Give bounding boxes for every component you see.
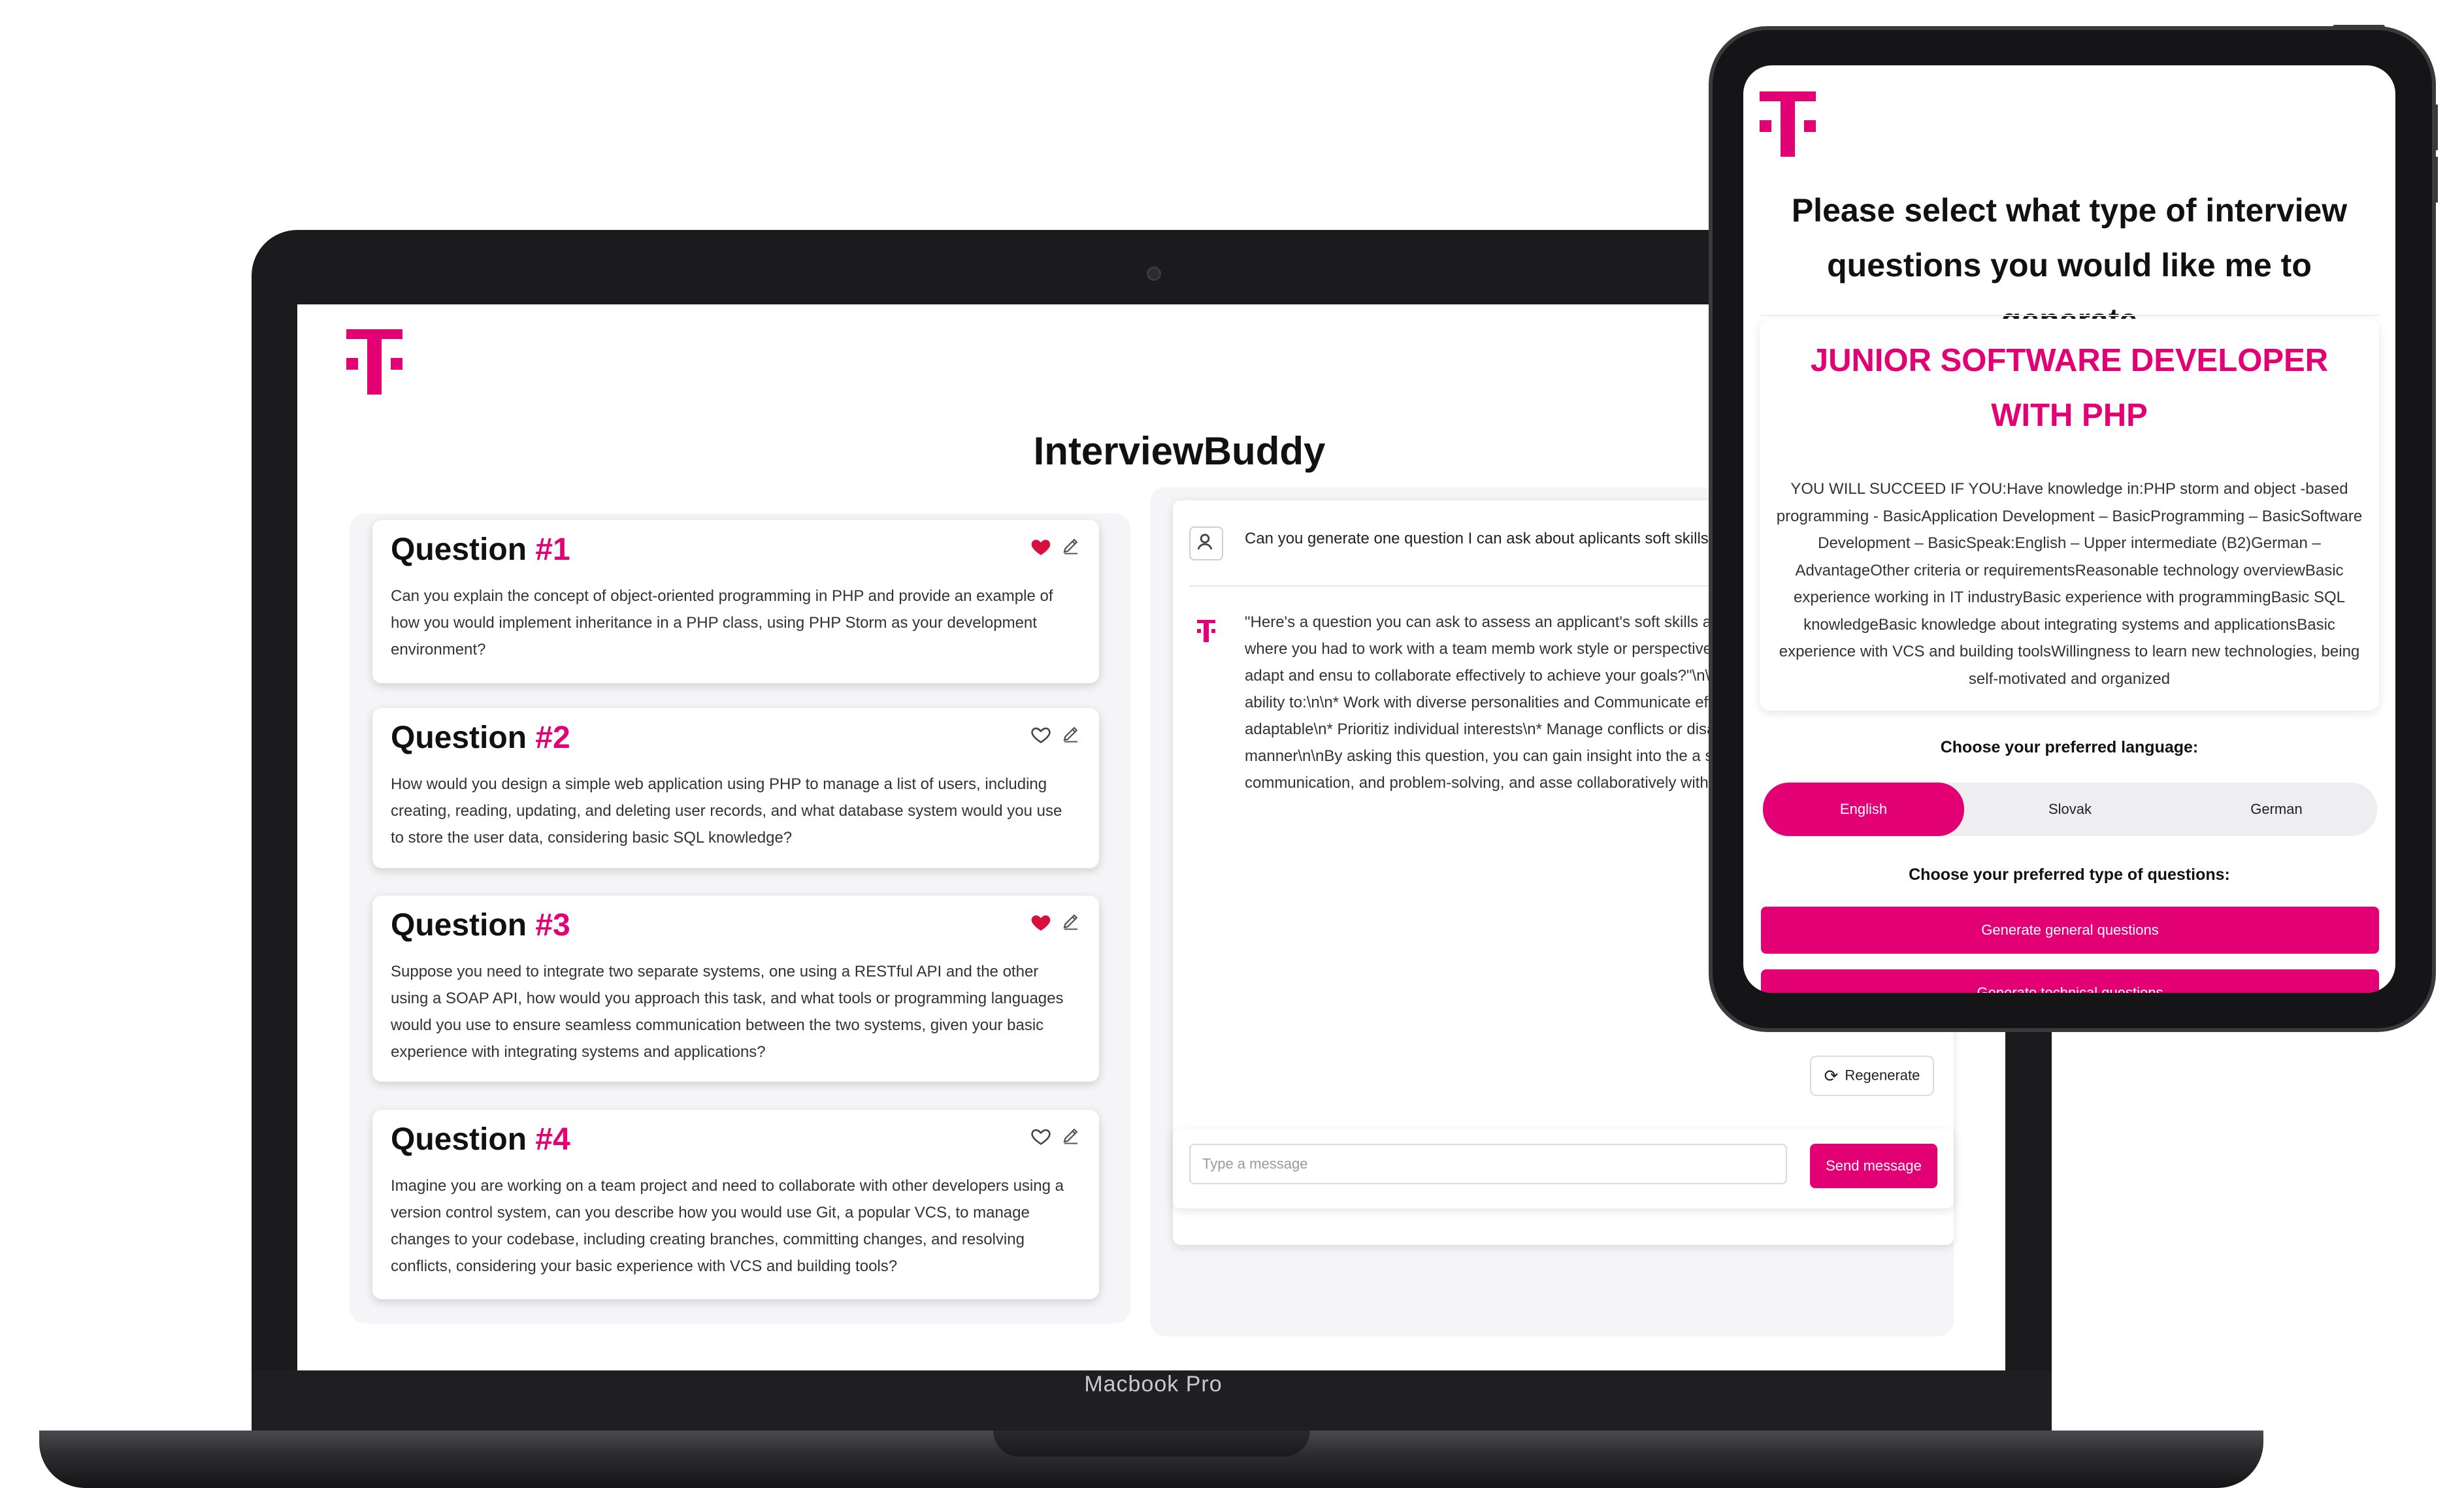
message-input[interactable] [1189,1144,1787,1184]
question-text: Can you explain the concept of object-or… [391,587,1053,658]
question-card-4: Question #4 Imagine you are working on a… [372,1110,1099,1299]
question-text: Imagine you are working on a team projec… [391,1177,1064,1275]
question-title: Question #3 [391,908,570,943]
language-option-german[interactable]: German [2176,783,2377,836]
edit-pencil-icon[interactable] [1061,1125,1081,1145]
generate-technical-questions-button[interactable]: Generate technical questions [1761,969,2379,993]
question-card-1: Question #1 Can you explain the concept … [372,520,1099,683]
tablet-screen: Please select what type of interview que… [1743,65,2395,993]
question-type-label: Choose your preferred type of questions: [1909,865,2230,884]
app-title: InterviewBuddy [1033,429,1326,473]
regenerate-button[interactable]: ⟳ Regenerate [1810,1056,1934,1096]
telekom-logo-icon [346,329,402,395]
edit-pencil-icon[interactable] [1061,911,1081,931]
heart-outline-icon[interactable] [1030,1125,1052,1148]
heart-filled-icon[interactable] [1030,536,1052,558]
edit-pencil-icon[interactable] [1061,724,1081,743]
edit-pencil-icon[interactable] [1061,536,1081,555]
telekom-logo-icon [1760,91,1816,157]
refresh-icon: ⟳ [1824,1065,1839,1086]
language-option-slovak[interactable]: Slovak [1969,783,2171,836]
heading-divider [1760,315,2379,316]
language-label: Choose your preferred language: [1940,738,2199,756]
question-title: Question #4 [391,1122,570,1157]
question-card-3: Question #3 Suppose you need to integrat… [372,896,1099,1082]
question-text: Suppose you need to integrate two separa… [391,963,1064,1061]
laptop-camera [1147,267,1161,281]
question-title: Question #1 [391,532,570,567]
send-message-button[interactable]: Send message [1810,1144,1937,1188]
question-text: How would you design a simple web applic… [391,775,1062,847]
heart-filled-icon[interactable] [1030,911,1052,933]
bot-avatar-icon [1197,620,1215,642]
generate-general-questions-button[interactable]: Generate general questions [1761,907,2379,954]
question-title: Question #2 [391,720,570,755]
laptop-notch [993,1431,1310,1457]
language-option-english[interactable]: English [1763,783,1964,836]
heart-outline-icon[interactable] [1030,724,1052,746]
laptop-model-label: Macbook Pro [1084,1372,1223,1397]
job-title: JUNIOR SOFTWARE DEVELOPER WITH PHP [1810,343,2329,433]
user-avatar-icon [1189,526,1223,560]
job-description: YOU WILL SUCCEED IF YOU:Have knowledge i… [1776,480,2363,688]
question-card-2: Question #2 How would you design a simpl… [372,708,1099,868]
